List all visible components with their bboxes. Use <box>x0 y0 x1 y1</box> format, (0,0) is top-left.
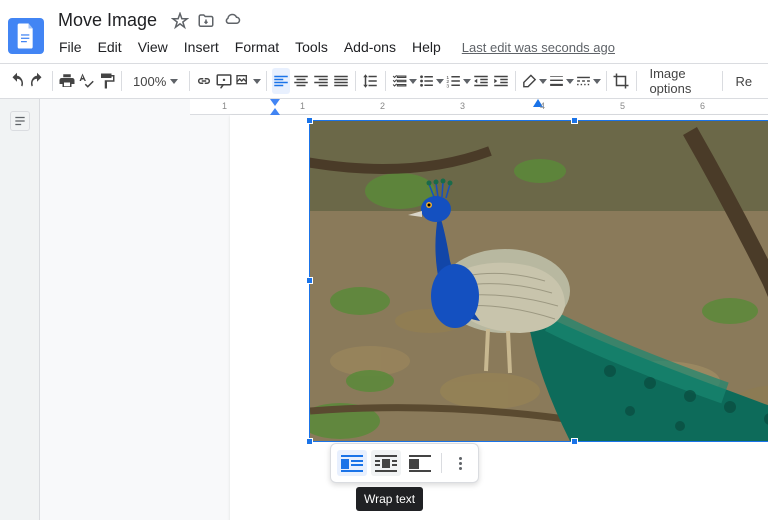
move-folder-icon[interactable] <box>197 12 215 30</box>
link-button[interactable] <box>195 68 214 94</box>
selected-image[interactable] <box>310 121 768 441</box>
header: Move Image File Edit View Insert Format … <box>0 0 768 63</box>
align-left-button[interactable] <box>272 68 291 94</box>
inline-button[interactable] <box>337 450 367 476</box>
horizontal-ruler[interactable]: 1 1 2 3 4 5 6 <box>190 99 768 115</box>
star-icon[interactable] <box>171 12 189 30</box>
toolbar: 100% 123 Image options Re <box>0 63 768 99</box>
document-title[interactable]: Move Image <box>52 8 163 33</box>
menu-addons[interactable]: Add-ons <box>337 35 403 59</box>
border-color-button[interactable] <box>521 68 547 94</box>
resize-handle-s[interactable] <box>571 438 578 445</box>
resize-handle-n[interactable] <box>571 117 578 124</box>
menu-edit[interactable]: Edit <box>91 35 129 59</box>
image-dropdown[interactable] <box>235 68 261 94</box>
bullet-list-button[interactable] <box>418 68 444 94</box>
line-spacing-button[interactable] <box>361 68 380 94</box>
more-options-button[interactable] <box>448 457 472 470</box>
redo-button[interactable] <box>28 68 47 94</box>
border-weight-button[interactable] <box>548 68 574 94</box>
align-justify-button[interactable] <box>331 68 350 94</box>
checklist-button[interactable] <box>391 68 417 94</box>
replace-image-button[interactable]: Re <box>728 70 761 93</box>
menu-format[interactable]: Format <box>228 35 286 59</box>
first-line-indent-marker[interactable] <box>270 99 280 106</box>
increase-indent-button[interactable] <box>491 68 510 94</box>
zoom-select[interactable]: 100% <box>127 70 184 93</box>
outline-toggle-icon[interactable] <box>10 111 30 131</box>
decrease-indent-button[interactable] <box>472 68 491 94</box>
paint-format-button[interactable] <box>97 68 116 94</box>
align-center-button[interactable] <box>291 68 310 94</box>
align-right-button[interactable] <box>311 68 330 94</box>
image-content <box>310 121 768 441</box>
left-panel <box>0 99 40 520</box>
left-indent-marker[interactable] <box>270 108 280 115</box>
numbered-list-button[interactable]: 123 <box>445 68 471 94</box>
menu-tools[interactable]: Tools <box>288 35 335 59</box>
last-edit-link[interactable]: Last edit was seconds ago <box>462 40 615 55</box>
resize-handle-w[interactable] <box>306 277 313 284</box>
break-text-button[interactable] <box>405 450 435 476</box>
title-area: Move Image File Edit View Insert Format … <box>52 8 760 63</box>
menu-view[interactable]: View <box>131 35 175 59</box>
wrap-text-button[interactable] <box>371 450 401 476</box>
crop-button[interactable] <box>612 68 631 94</box>
menu-help[interactable]: Help <box>405 35 448 59</box>
tooltip: Wrap text <box>356 487 423 511</box>
border-dash-button[interactable] <box>575 68 601 94</box>
spellcheck-button[interactable] <box>77 68 96 94</box>
print-button[interactable] <box>58 68 77 94</box>
svg-text:3: 3 <box>446 83 449 89</box>
docs-logo-icon <box>16 23 36 49</box>
image-options-button[interactable]: Image options <box>641 62 716 100</box>
image-layout-toolbar <box>330 443 479 483</box>
docs-logo[interactable] <box>8 18 44 54</box>
menu-insert[interactable]: Insert <box>177 35 226 59</box>
undo-button[interactable] <box>8 68 27 94</box>
resize-handle-sw[interactable] <box>306 438 313 445</box>
menu-file[interactable]: File <box>52 35 89 59</box>
menubar: File Edit View Insert Format Tools Add-o… <box>52 33 760 63</box>
cloud-status-icon[interactable] <box>223 12 241 30</box>
resize-handle-nw[interactable] <box>306 117 313 124</box>
comment-button[interactable] <box>215 68 234 94</box>
